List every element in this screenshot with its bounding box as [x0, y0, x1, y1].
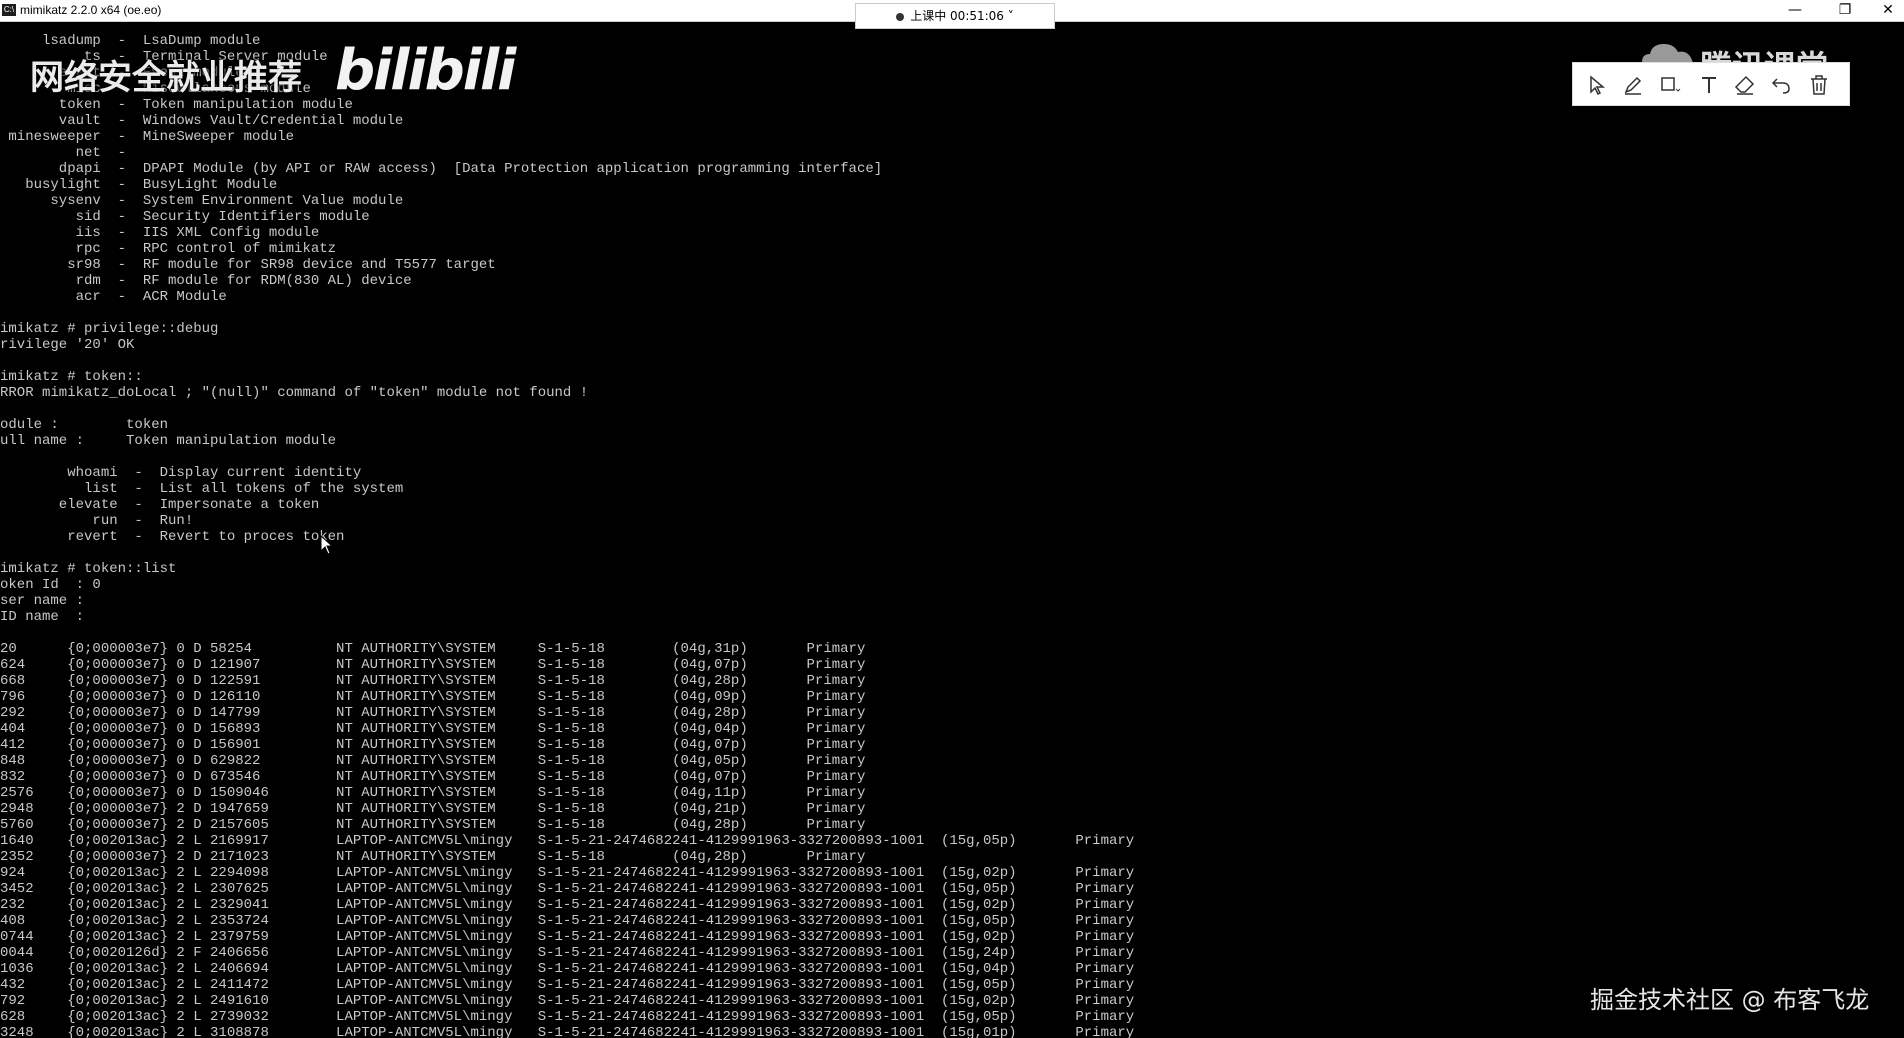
console-line: rpc - RPC control of mimikatz: [0, 241, 337, 257]
console-line: 0744 {0;002013ac} 2 L 2379759 LAPTOP-ANT…: [0, 929, 1135, 945]
console-line: list - List all tokens of the system: [0, 481, 404, 497]
console-line: rivilege '20' OK: [0, 337, 135, 353]
watermark-left-text: 网络安全就业推荐: [30, 58, 302, 98]
console-line: 412 {0;000003e7} 0 D 156901 NT AUTHORITY…: [0, 737, 866, 753]
console-line: token - Token manipulation module: [0, 97, 353, 113]
mouse-cursor-icon: [320, 535, 334, 555]
console-line: 2948 {0;000003e7} 2 D 1947659 NT AUTHORI…: [0, 801, 866, 817]
close-button[interactable]: ✕: [1868, 0, 1904, 22]
console-line: ull name : Token manipulation module: [0, 433, 337, 449]
eraser-icon[interactable]: [1733, 73, 1757, 97]
console-line: 404 {0;000003e7} 0 D 156893 NT AUTHORITY…: [0, 721, 866, 737]
console-line: imikatz # token::: [0, 369, 143, 385]
console-line: 628 {0;002013ac} 2 L 2739032 LAPTOP-ANTC…: [0, 1009, 1135, 1025]
console-line: lsadump - LsaDump module: [0, 33, 261, 49]
maximize-button[interactable]: ❐: [1825, 0, 1865, 22]
console-line: minesweeper - MineSweeper module: [0, 129, 295, 145]
console-line: acr - ACR Module: [0, 289, 227, 305]
console-line: whoami - Display current identity: [0, 465, 362, 481]
console-line: ser name :: [0, 593, 85, 609]
console-line: rdm - RF module for RDM(830 AL) device: [0, 273, 412, 289]
console-line: sysenv - System Environment Value module: [0, 193, 404, 209]
console-line: 624 {0;000003e7} 0 D 121907 NT AUTHORITY…: [0, 657, 866, 673]
console-line: imikatz # token::list: [0, 561, 177, 577]
watermark-bottom: 掘金技术社区 @ 布客飞龙: [1590, 986, 1870, 1014]
delete-icon[interactable]: [1807, 73, 1831, 97]
console-line: revert - Revert to proces token: [0, 529, 345, 545]
console-line: net -: [0, 145, 127, 161]
console-line: 924 {0;002013ac} 2 L 2294098 LAPTOP-ANTC…: [0, 865, 1135, 881]
console-output[interactable]: lsadump - LsaDump module ts - Terminal S…: [0, 22, 1904, 1038]
console-line: 0044 {0;0020126d} 2 F 2406656 LAPTOP-ANT…: [0, 945, 1135, 961]
console-line: 20 {0;000003e7} 0 D 58254 NT AUTHORITY\S…: [0, 641, 866, 657]
console-line: 848 {0;000003e7} 0 D 629822 NT AUTHORITY…: [0, 753, 866, 769]
console-line: 1640 {0;002013ac} 2 L 2169917 LAPTOP-ANT…: [0, 833, 1135, 849]
console-line: odule : token: [0, 417, 169, 433]
console-line: 832 {0;000003e7} 0 D 673546 NT AUTHORITY…: [0, 769, 866, 785]
console-line: oken Id : 0: [0, 577, 101, 593]
console-line: RROR mimikatz_doLocal ; "(null)" command…: [0, 385, 589, 401]
console-line: 432 {0;002013ac} 2 L 2411472 LAPTOP-ANTC…: [0, 977, 1135, 993]
undo-icon[interactable]: [1769, 73, 1793, 97]
console-line: iis - IIS XML Config module: [0, 225, 320, 241]
minimize-button[interactable]: —: [1775, 0, 1815, 22]
console-line: 668 {0;000003e7} 0 D 122591 NT AUTHORITY…: [0, 673, 866, 689]
pen-icon[interactable]: [1621, 73, 1645, 97]
window-title: mimikatz 2.2.0 x64 (oe.eo): [20, 3, 162, 17]
record-dot-icon: [896, 12, 905, 21]
console-line: busylight - BusyLight Module: [0, 177, 278, 193]
bilibili-logo: bilibili: [335, 38, 516, 103]
console-line: 792 {0;002013ac} 2 L 2491610 LAPTOP-ANTC…: [0, 993, 1135, 1009]
console-line: run - Run!: [0, 513, 194, 529]
console-line: elevate - Impersonate a token: [0, 497, 320, 513]
console-line: imikatz # privilege::debug: [0, 321, 219, 337]
console-line: 3248 {0;002013ac} 2 L 3108878 LAPTOP-ANT…: [0, 1025, 1135, 1038]
console-line: 796 {0;000003e7} 0 D 126110 NT AUTHORITY…: [0, 689, 866, 705]
console-line: dpapi - DPAPI Module (by API or RAW acce…: [0, 161, 883, 177]
console-line: sid - Security Identifiers module: [0, 209, 370, 225]
console-line: 292 {0;000003e7} 0 D 147799 NT AUTHORITY…: [0, 705, 866, 721]
console-line: 2576 {0;000003e7} 0 D 1509046 NT AUTHORI…: [0, 785, 866, 801]
console-line: vault - Windows Vault/Credential module: [0, 113, 404, 129]
console-line: 1036 {0;002013ac} 2 L 2406694 LAPTOP-ANT…: [0, 961, 1135, 977]
console-line: 408 {0;002013ac} 2 L 2353724 LAPTOP-ANTC…: [0, 913, 1135, 929]
console-line: 2352 {0;000003e7} 2 D 2171023 NT AUTHORI…: [0, 849, 866, 865]
console-line: ID name :: [0, 609, 85, 625]
class-timer-label: 上课中 00:51:06 ˅: [910, 9, 1014, 23]
shape-icon[interactable]: [1657, 73, 1681, 97]
console-line: 3452 {0;002013ac} 2 L 2307625 LAPTOP-ANT…: [0, 881, 1135, 897]
console-line: 5760 {0;000003e7} 2 D 2157605 NT AUTHORI…: [0, 817, 866, 833]
annotation-toolbar: [1572, 62, 1850, 106]
console-line: 232 {0;002013ac} 2 L 2329041 LAPTOP-ANTC…: [0, 897, 1135, 913]
cmd-icon: C:\: [2, 4, 16, 16]
text-icon[interactable]: [1697, 73, 1721, 97]
select-icon[interactable]: [1585, 73, 1609, 97]
console-line: sr98 - RF module for SR98 device and T55…: [0, 257, 496, 273]
class-timer[interactable]: 上课中 00:51:06 ˅: [855, 3, 1055, 29]
